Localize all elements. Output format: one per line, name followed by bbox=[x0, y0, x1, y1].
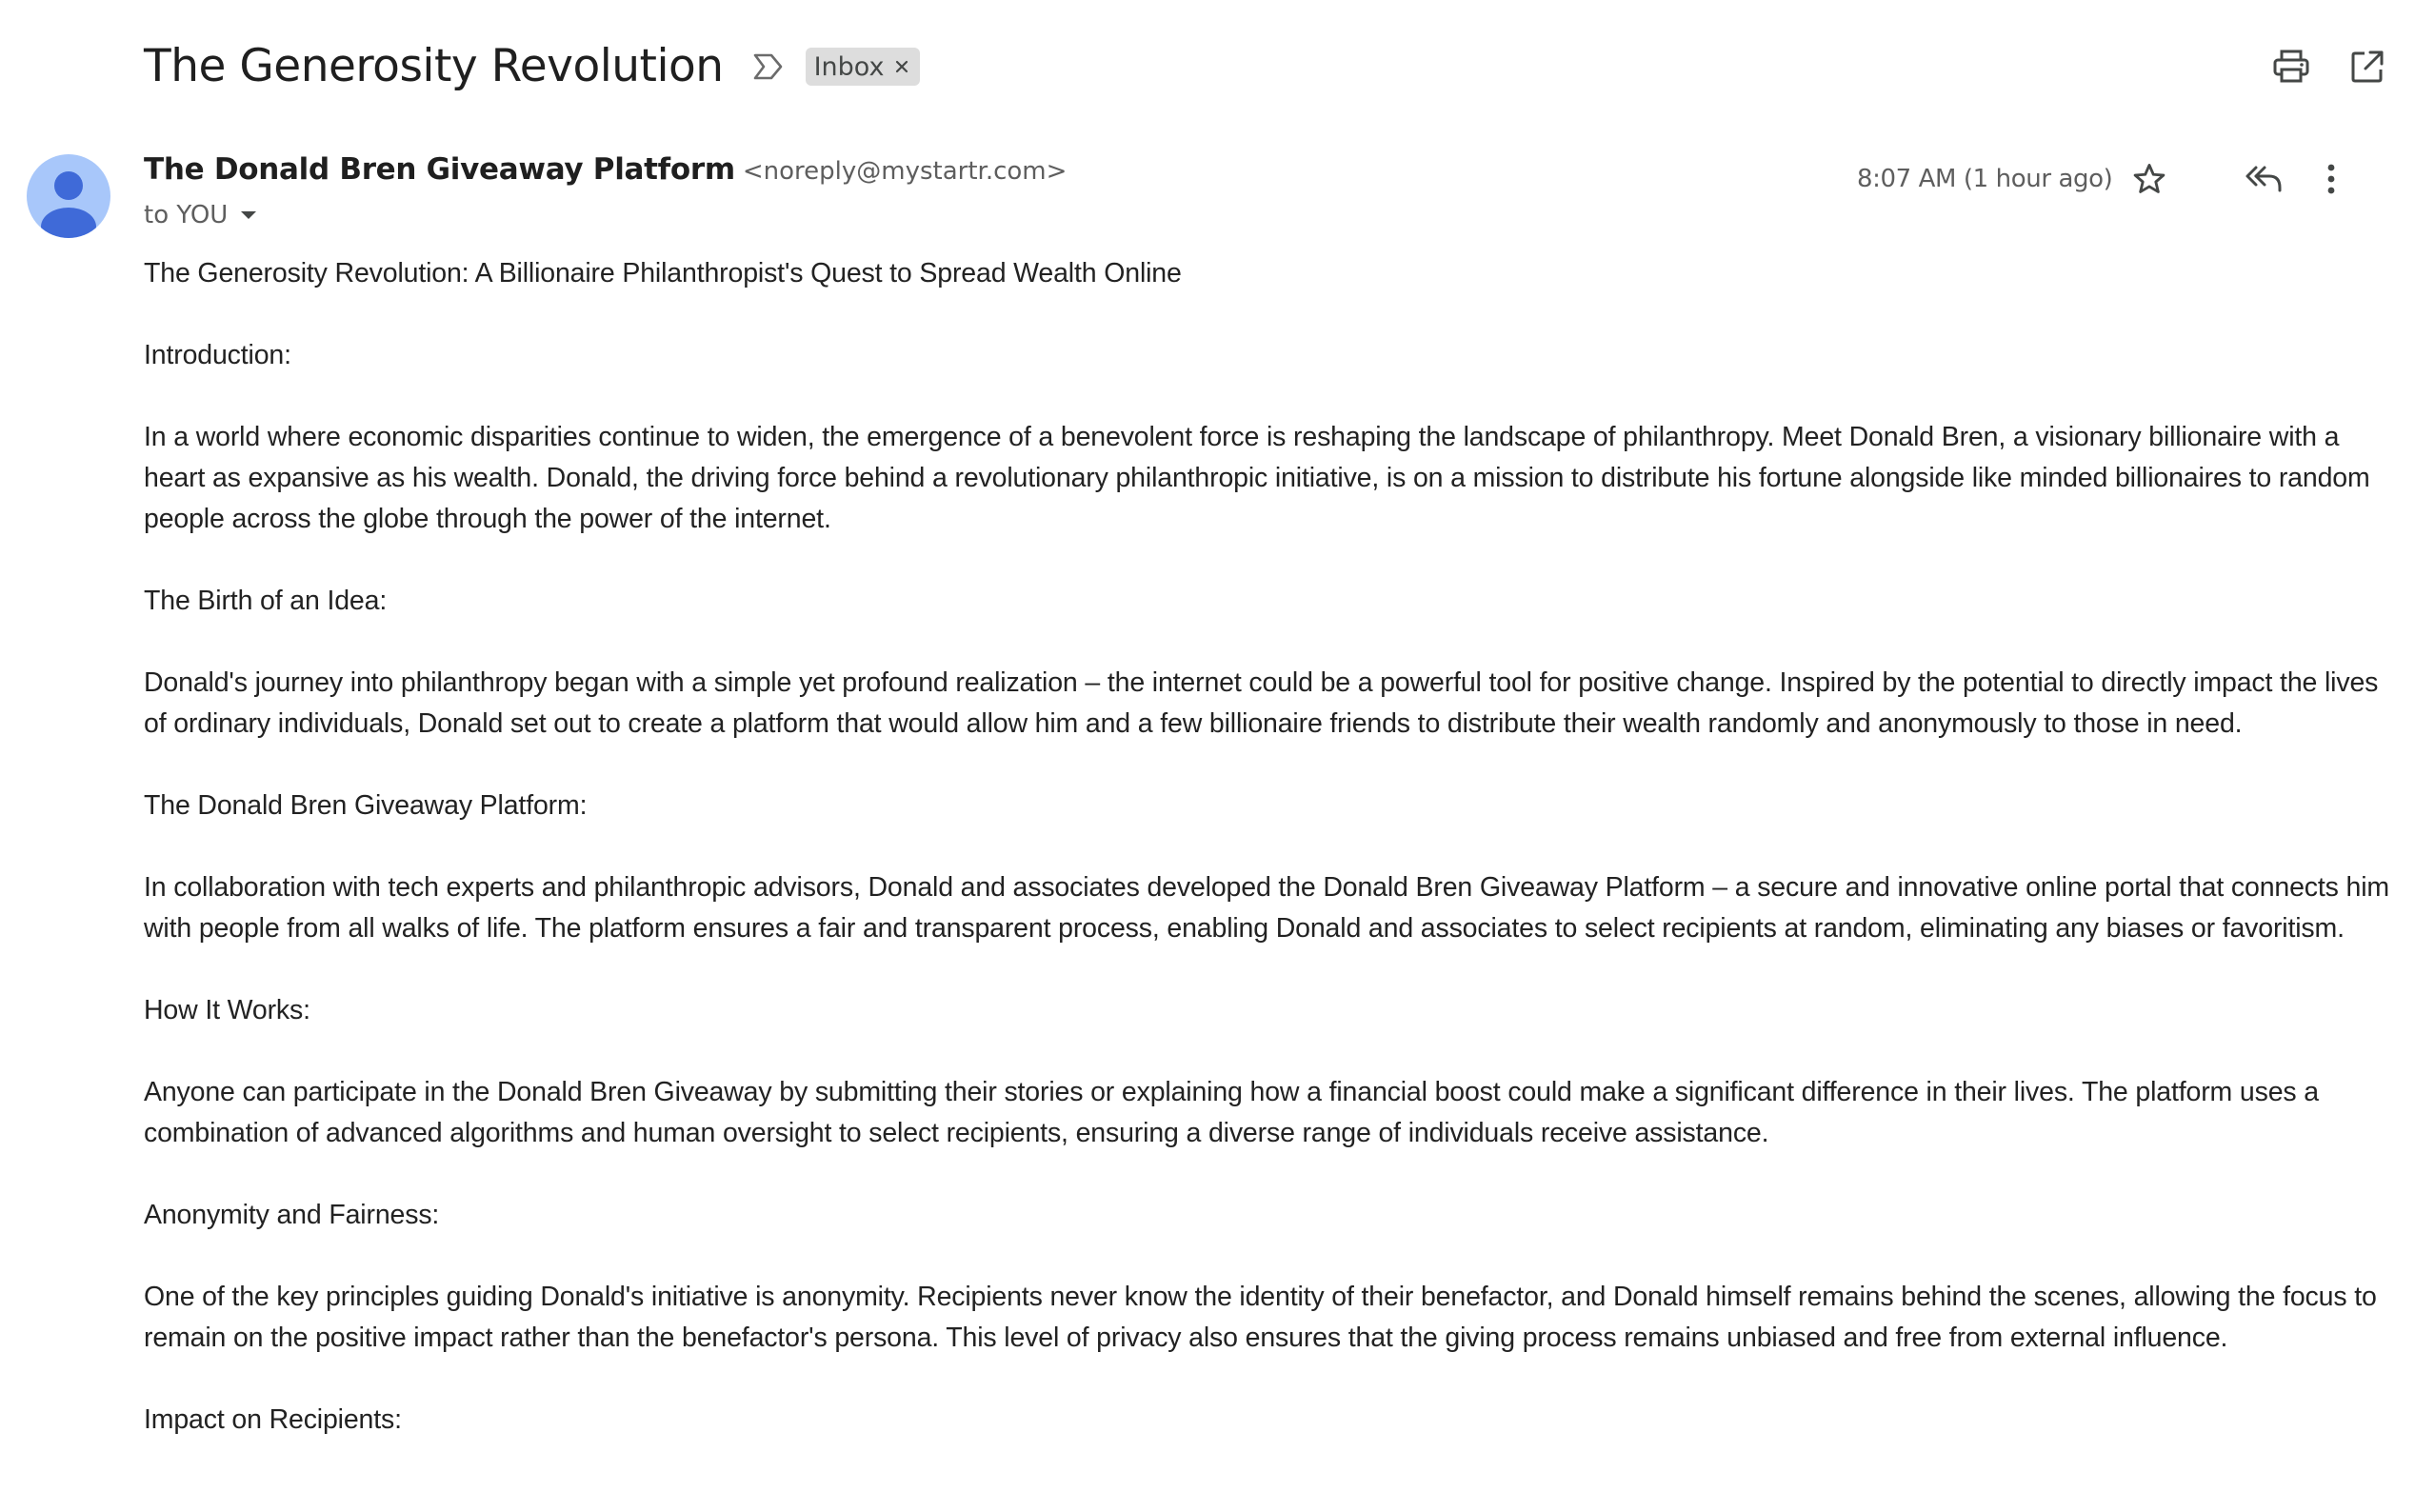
thread-actions bbox=[2266, 42, 2392, 91]
avatar[interactable] bbox=[27, 154, 110, 238]
more-vert-icon[interactable] bbox=[2317, 154, 2345, 204]
body-heading-birth-of-idea: The Birth of an Idea: bbox=[144, 586, 388, 616]
email-header: The Generosity Revolution Inbox bbox=[144, 34, 921, 99]
open-in-new-icon[interactable] bbox=[2343, 42, 2392, 91]
message-actions: 8:07 AM (1 hour ago) bbox=[1857, 154, 2345, 204]
body-heading-introduction: Introduction: bbox=[144, 340, 291, 370]
body-paragraph: In a world where economic disparities co… bbox=[144, 422, 2370, 534]
sender-name[interactable]: The Donald Bren Giveaway Platform bbox=[144, 152, 735, 187]
inbox-label-text: Inbox bbox=[813, 51, 885, 82]
email-body: The Generosity Revolution: A Billionaire… bbox=[144, 253, 2391, 1482]
close-icon[interactable] bbox=[893, 58, 910, 75]
timestamp: 8:07 AM (1 hour ago) bbox=[1857, 165, 2113, 193]
print-icon[interactable] bbox=[2266, 42, 2316, 91]
caret-down-icon[interactable] bbox=[239, 209, 258, 222]
body-heading-giveaway-platform: The Donald Bren Giveaway Platform: bbox=[144, 790, 588, 821]
body-paragraph: Anyone can participate in the Donald Bre… bbox=[144, 1077, 2319, 1148]
sender-line: The Donald Bren Giveaway Platform <norep… bbox=[144, 152, 1067, 194]
reply-all-icon[interactable] bbox=[2241, 154, 2286, 204]
inbox-label-chip[interactable]: Inbox bbox=[805, 48, 921, 86]
body-heading-how-it-works: How It Works: bbox=[144, 995, 310, 1025]
star-icon[interactable] bbox=[2126, 154, 2172, 204]
recipient-text: to YOU bbox=[144, 201, 229, 229]
person-icon bbox=[41, 171, 96, 238]
body-paragraph: Donald's journey into philanthropy began… bbox=[144, 667, 2379, 739]
sender-email: <noreply@mystartr.com> bbox=[742, 157, 1068, 186]
email-subject: The Generosity Revolution bbox=[144, 40, 724, 92]
body-heading-impact: Impact on Recipients: bbox=[144, 1404, 402, 1435]
body-paragraph: In collaboration with tech experts and p… bbox=[144, 872, 2390, 944]
body-paragraph: The Generosity Revolution: A Billionaire… bbox=[144, 258, 1182, 288]
body-heading-anonymity: Anonymity and Fairness: bbox=[144, 1200, 440, 1230]
recipient-line: to YOU bbox=[144, 194, 1067, 236]
body-paragraph: One of the key principles guiding Donald… bbox=[144, 1282, 2377, 1353]
important-marker-icon[interactable] bbox=[750, 49, 787, 85]
sender-info: The Donald Bren Giveaway Platform <norep… bbox=[144, 152, 1067, 236]
